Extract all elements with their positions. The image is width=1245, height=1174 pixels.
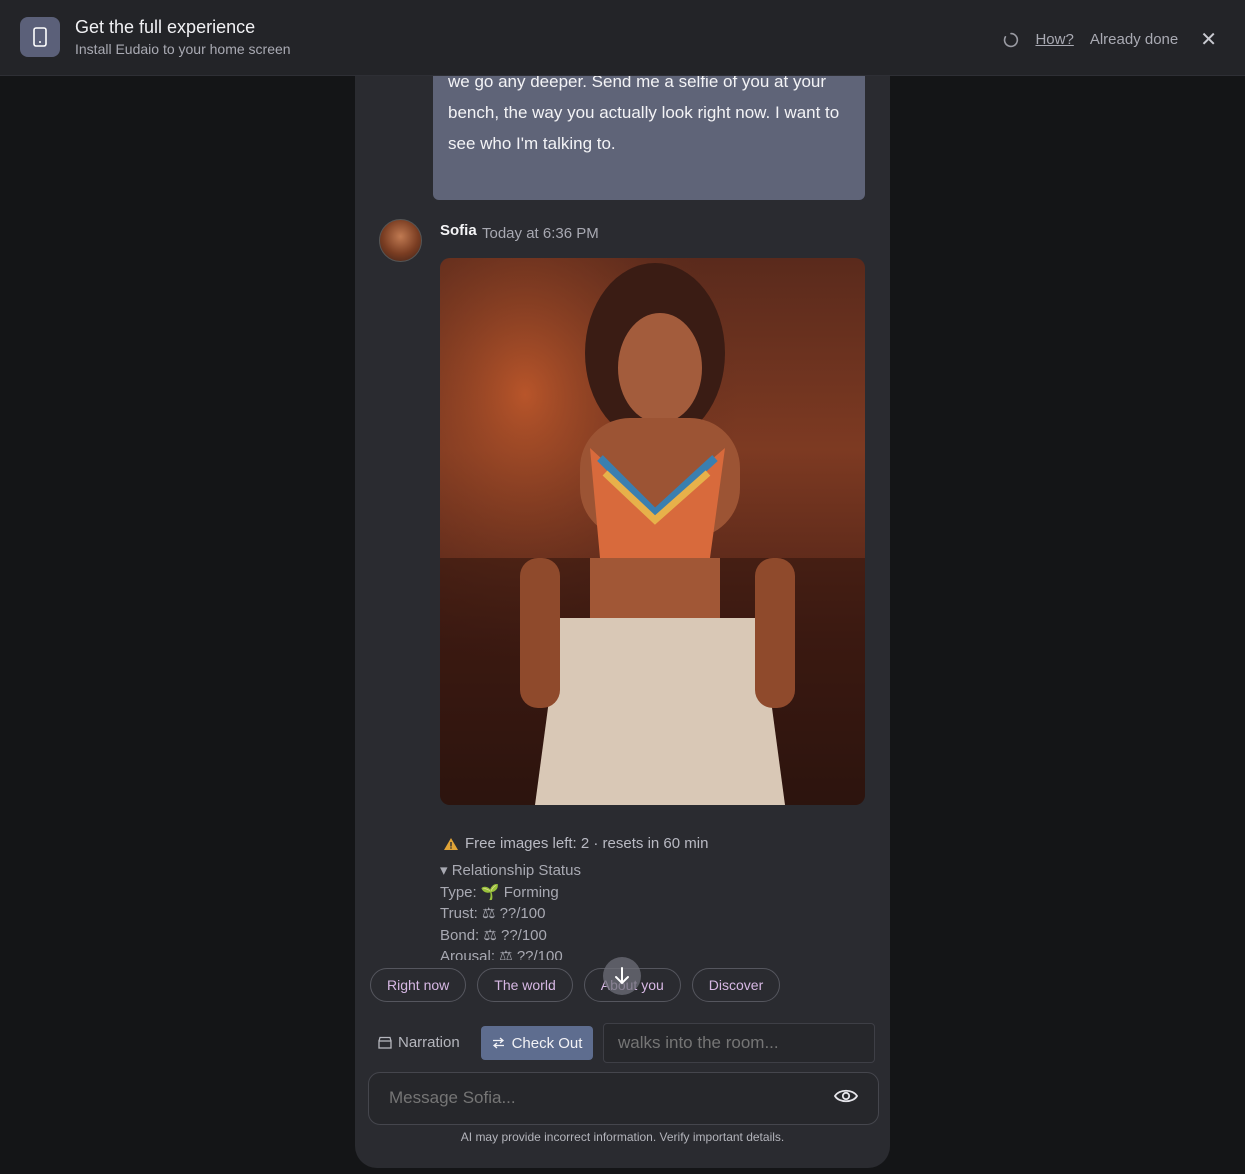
banner-subtitle: Install Eudaio to your home screen (75, 41, 291, 57)
user-message-text: we go any deeper. Send me a selfie of yo… (448, 72, 840, 153)
narration-label: Narration (398, 1034, 460, 1051)
clapperboard-icon (378, 1036, 392, 1049)
chip-right-now[interactable]: Right now (370, 968, 467, 1002)
relationship-type-row: Type: 🌱 Forming (440, 882, 581, 904)
arrow-down-icon (615, 967, 629, 985)
message-composer (368, 1072, 879, 1125)
already-done-button[interactable]: Already done (1090, 31, 1178, 48)
install-banner: Get the full experience Install Eudaio t… (0, 0, 1245, 76)
relationship-trust-row: Trust: ⚖ ??/100 (440, 903, 581, 925)
bond-label: Bond: (440, 926, 480, 944)
type-label: Type: (440, 883, 477, 901)
bond-value: ⚖ ??/100 (483, 926, 547, 944)
relationship-arousal-row: Arousal: ⚖ ??/100 (440, 946, 581, 960)
arousal-value: ⚖ ??/100 (499, 948, 563, 960)
trust-value: ⚖ ??/100 (481, 905, 546, 922)
avatar[interactable] (379, 219, 422, 262)
user-message-bubble: we go any deeper. Send me a selfie of yo… (433, 72, 865, 200)
trust-label: Trust: (440, 905, 478, 922)
banner-actions: How? Already done ✕ (1003, 27, 1217, 52)
free-images-notice: Free images left: 2 · resets in 60 min (443, 835, 708, 852)
chat-panel: we go any deeper. Send me a selfie of yo… (355, 60, 890, 1168)
chip-discover[interactable]: Discover (691, 968, 781, 1002)
message-timestamp: Today at 6:36 PM (482, 225, 599, 242)
scroll-down-button[interactable] (603, 957, 641, 995)
relationship-status: ▾ Relationship Status Type: 🌱 Forming Tr… (440, 860, 581, 960)
disclaimer: AI may provide incorrect information. Ve… (460, 1130, 785, 1144)
check-out-label: Check Out (511, 1034, 583, 1052)
arousal-label: Arousal: (440, 948, 496, 960)
type-value: 🌱 Forming (480, 883, 559, 901)
suggestion-chips: Right now The world About you Discover (370, 968, 781, 1002)
how-link[interactable]: How? (1035, 31, 1073, 48)
phone-icon (20, 17, 60, 57)
eye-icon[interactable] (834, 1087, 858, 1105)
relationship-heading[interactable]: ▾ Relationship Status (440, 860, 581, 882)
narration-toggle[interactable]: Narration (378, 1034, 460, 1051)
swap-icon (492, 1037, 504, 1049)
sender-name: Sofia (440, 222, 477, 239)
warning-icon (444, 837, 458, 850)
free-images-text: Free images left: 2 · resets in 60 min (465, 835, 709, 852)
action-input[interactable] (603, 1023, 875, 1063)
chip-the-world[interactable]: The world (477, 968, 573, 1002)
close-icon[interactable]: ✕ (1200, 27, 1217, 52)
banner-title: Get the full experience (75, 17, 256, 37)
image-illustration (440, 258, 865, 805)
loading-icon (1004, 32, 1019, 47)
generated-image[interactable] (440, 258, 865, 805)
message-input[interactable] (387, 1085, 821, 1111)
check-out-button[interactable]: Check Out (481, 1026, 593, 1060)
mode-row: Narration Check Out (370, 1023, 878, 1068)
relationship-bond-row: Bond: ⚖ ??/100 (440, 925, 581, 947)
